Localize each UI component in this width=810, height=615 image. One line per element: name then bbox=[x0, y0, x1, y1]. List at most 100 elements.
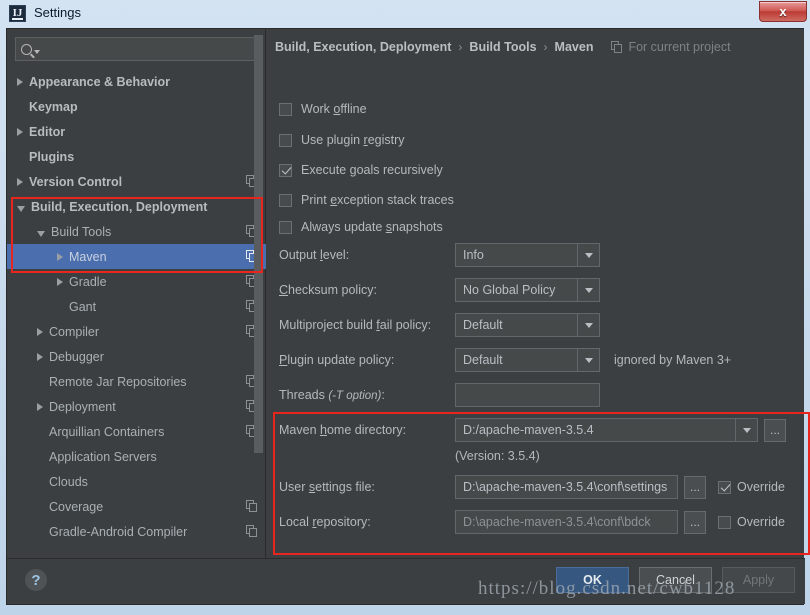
checkbox-label: Work offline bbox=[301, 102, 367, 116]
search-icon[interactable] bbox=[21, 43, 40, 55]
search-field[interactable] bbox=[15, 37, 259, 61]
sidebar-item-clouds[interactable]: Clouds bbox=[7, 469, 266, 494]
settings-dialog: Appearance & Behavior Keymap Editor Plugins… bbox=[6, 28, 810, 605]
sidebar-item-label: Keymap bbox=[29, 99, 78, 114]
help-button[interactable]: ? bbox=[25, 569, 47, 591]
checkbox-box bbox=[718, 515, 731, 529]
sidebar-item-editor[interactable]: Editor bbox=[7, 119, 266, 144]
user-settings-override-label: Override bbox=[737, 480, 785, 494]
sidebar-item-gant[interactable]: Gant bbox=[7, 294, 266, 319]
chevron-down-icon[interactable] bbox=[577, 244, 599, 266]
multiproject-fail-policy-dropdown[interactable]: Default bbox=[455, 313, 600, 337]
breadcrumb-part-1[interactable]: Build Tools bbox=[469, 40, 536, 54]
settings-sidebar: Appearance & Behavior Keymap Editor Plugins… bbox=[7, 29, 266, 559]
chevron-down-icon[interactable] bbox=[37, 230, 45, 237]
sidebar-item-label: Application Servers bbox=[49, 449, 157, 464]
sidebar-item-build-execution-deployment[interactable]: Build, Execution, Deployment bbox=[7, 194, 266, 219]
checkbox-label: Always update snapshots bbox=[301, 220, 443, 234]
chevron-right-icon[interactable] bbox=[37, 402, 43, 411]
output-level-dropdown[interactable]: Info bbox=[455, 243, 600, 267]
chevron-right-icon[interactable] bbox=[57, 277, 63, 286]
breadcrumb-part-2[interactable]: Maven bbox=[555, 40, 594, 54]
sidebar-item-debugger[interactable]: Debugger bbox=[7, 344, 266, 369]
user-settings-file-label: User settings file: bbox=[279, 480, 375, 494]
user-settings-browse-button[interactable]: ... bbox=[684, 475, 706, 499]
sidebar-scrollbar[interactable] bbox=[254, 35, 263, 453]
checkbox-box bbox=[279, 102, 292, 116]
sidebar-item-keymap[interactable]: Keymap bbox=[7, 94, 266, 119]
checkbox-box bbox=[279, 163, 292, 177]
search-input[interactable] bbox=[40, 41, 258, 57]
sidebar-item-label: Arquillian Containers bbox=[49, 424, 165, 439]
chevron-right-icon[interactable] bbox=[57, 252, 63, 261]
local-repository-override-checkbox[interactable]: Override bbox=[718, 515, 785, 529]
cancel-button[interactable]: Cancel bbox=[639, 567, 712, 593]
sidebar-item-gradle[interactable]: Gradle bbox=[7, 269, 266, 294]
checkbox-always-update-snapshots[interactable]: Always update snapshots bbox=[279, 220, 443, 234]
sidebar-item-maven[interactable]: Maven bbox=[7, 244, 266, 269]
checkbox-box bbox=[718, 480, 731, 494]
maven-home-browse-button[interactable]: ... bbox=[764, 418, 786, 442]
plugin-update-policy-value: Default bbox=[463, 353, 503, 367]
checksum-policy-value: No Global Policy bbox=[463, 283, 556, 297]
chevron-right-icon[interactable] bbox=[37, 327, 43, 336]
checksum-policy-dropdown[interactable]: No Global Policy bbox=[455, 278, 600, 302]
chevron-down-icon[interactable] bbox=[735, 419, 757, 441]
maven-home-directory-dropdown[interactable]: D:/apache-maven-3.5.4 bbox=[455, 418, 758, 442]
user-settings-file-input[interactable]: D:\apache-maven-3.5.4\conf\settings bbox=[455, 475, 678, 499]
sidebar-item-label: Gradle bbox=[69, 274, 107, 289]
chevron-right-icon[interactable] bbox=[17, 177, 23, 186]
chevron-right-icon[interactable] bbox=[37, 352, 43, 361]
chevron-down-icon[interactable] bbox=[577, 279, 599, 301]
sidebar-item-label: Deployment bbox=[49, 399, 116, 414]
chevron-right-icon[interactable] bbox=[17, 77, 23, 86]
checkbox-label: Use plugin registry bbox=[301, 133, 405, 147]
sidebar-item-application-servers[interactable]: Application Servers bbox=[7, 444, 266, 469]
checkbox-work-offline[interactable]: Work offline bbox=[279, 102, 367, 116]
checkbox-box bbox=[279, 193, 292, 207]
chevron-down-icon[interactable] bbox=[577, 314, 599, 336]
chevron-right-icon[interactable] bbox=[17, 127, 23, 136]
sidebar-item-build-tools[interactable]: Build Tools bbox=[7, 219, 266, 244]
chevron-down-icon[interactable] bbox=[577, 349, 599, 371]
breadcrumb-part-0[interactable]: Build, Execution, Deployment bbox=[275, 40, 451, 54]
local-repository-row: Local repository: D:\apache-maven-3.5.4\… bbox=[279, 510, 785, 534]
project-scope-text: For current project bbox=[628, 40, 731, 54]
project-scope-icon bbox=[246, 500, 258, 512]
dialog-footer: ? OK Cancel Apply bbox=[7, 558, 805, 604]
sidebar-item-plugins[interactable]: Plugins bbox=[7, 144, 266, 169]
checkbox-print-exception-stack-traces[interactable]: Print exception stack traces bbox=[279, 193, 454, 207]
local-repository-input[interactable]: D:\apache-maven-3.5.4\conf\bdck bbox=[455, 510, 678, 534]
sidebar-item-arquillian-containers[interactable]: Arquillian Containers bbox=[7, 419, 266, 444]
settings-tree: Appearance & Behavior Keymap Editor Plugins… bbox=[7, 69, 266, 557]
window-title: Settings bbox=[34, 5, 81, 20]
user-settings-file-row: User settings file: D:\apache-maven-3.5.… bbox=[279, 475, 785, 499]
checkbox-box bbox=[279, 133, 292, 147]
breadcrumb: Build, Execution, Deployment › Build Too… bbox=[275, 40, 731, 54]
maven-home-directory-value: D:/apache-maven-3.5.4 bbox=[463, 423, 594, 437]
apply-button[interactable]: Apply bbox=[722, 567, 795, 593]
intellij-logo-glyph: IJ bbox=[11, 6, 24, 20]
sidebar-item-label: Compiler bbox=[49, 324, 100, 339]
local-repository-browse-button[interactable]: ... bbox=[684, 510, 706, 534]
sidebar-item-gradle-android-compiler[interactable]: Gradle-Android Compiler bbox=[7, 519, 266, 544]
close-button[interactable]: x bbox=[759, 1, 807, 22]
plugin-update-policy-dropdown[interactable]: Default bbox=[455, 348, 600, 372]
user-settings-override-checkbox[interactable]: Override bbox=[718, 480, 785, 494]
sidebar-item-appearance-behavior[interactable]: Appearance & Behavior bbox=[7, 69, 266, 94]
sidebar-item-compiler[interactable]: Compiler bbox=[7, 319, 266, 344]
sidebar-item-version-control[interactable]: Version Control bbox=[7, 169, 266, 194]
threads-input[interactable] bbox=[455, 383, 600, 407]
ok-button[interactable]: OK bbox=[556, 567, 629, 593]
checkbox-execute-goals-recursively[interactable]: Execute goals recursively bbox=[279, 163, 443, 177]
chevron-down-icon[interactable] bbox=[17, 205, 25, 212]
checkbox-use-plugin-registry[interactable]: Use plugin registry bbox=[279, 133, 405, 147]
sidebar-item-coverage[interactable]: Coverage bbox=[7, 494, 266, 519]
sidebar-item-remote-jar-repositories[interactable]: Remote Jar Repositories bbox=[7, 369, 266, 394]
sidebar-item-label: Build Tools bbox=[51, 224, 112, 239]
sidebar-item-deployment[interactable]: Deployment bbox=[7, 394, 266, 419]
